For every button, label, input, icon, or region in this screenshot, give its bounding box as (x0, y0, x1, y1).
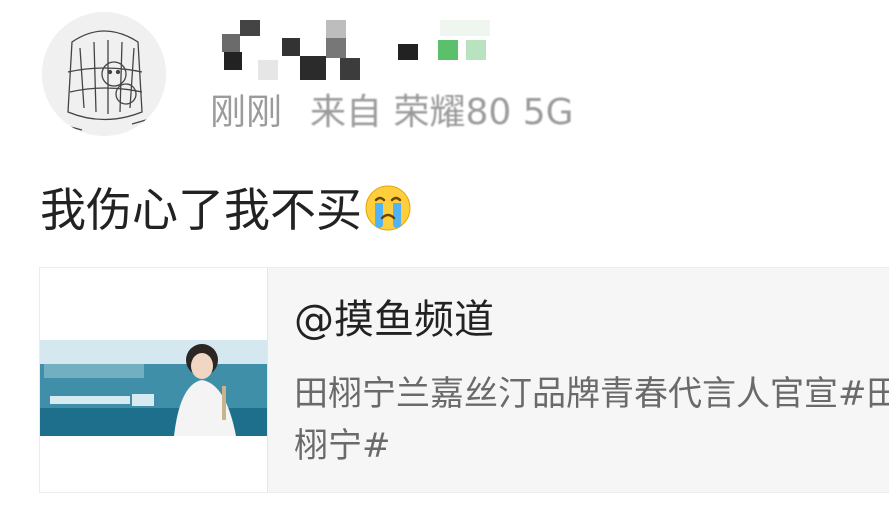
post-text: 我伤心了我不买 (40, 183, 362, 237)
avatar-sketch-image (42, 12, 166, 136)
mosaic-block (282, 38, 300, 56)
ad-banner-image (40, 268, 267, 492)
mosaic-block (466, 40, 486, 60)
mosaic-block (340, 58, 360, 80)
post-meta: 刚刚 来自 荣耀80 5G (210, 88, 574, 138)
mosaic-block (398, 44, 418, 60)
card-title[interactable]: @摸鱼频道 (294, 290, 494, 350)
card-description: 田栩宁兰嘉丝汀品牌青春代言人官宣#田栩宁# (294, 374, 889, 466)
mosaic-block (326, 20, 346, 38)
mosaic-block (258, 60, 278, 80)
mosaic-block (224, 52, 242, 70)
post-source[interactable]: 来自 荣耀80 5G (310, 92, 574, 133)
mosaic-block (326, 38, 346, 58)
mosaic-block (300, 56, 326, 80)
post-time: 刚刚 (210, 92, 283, 133)
card-thumbnail[interactable] (40, 268, 268, 492)
shared-link-card[interactable]: @摸鱼频道 田栩宁兰嘉丝汀品牌青春代言人官宣#田栩宁# (39, 267, 889, 493)
weibo-post: 刚刚 来自 荣耀80 5G 我伤心了我不买 @摸鱼频道 田栩宁兰嘉丝汀品牌青春代… (0, 0, 889, 516)
crying-face-icon (365, 185, 411, 231)
mosaic-block (440, 20, 490, 36)
mosaic-block (240, 20, 260, 36)
mosaic-block (222, 34, 240, 52)
post-body: 我伤心了我不买 (40, 178, 412, 242)
username-masked[interactable] (210, 16, 510, 86)
avatar[interactable] (42, 12, 166, 136)
mosaic-block (438, 40, 458, 60)
